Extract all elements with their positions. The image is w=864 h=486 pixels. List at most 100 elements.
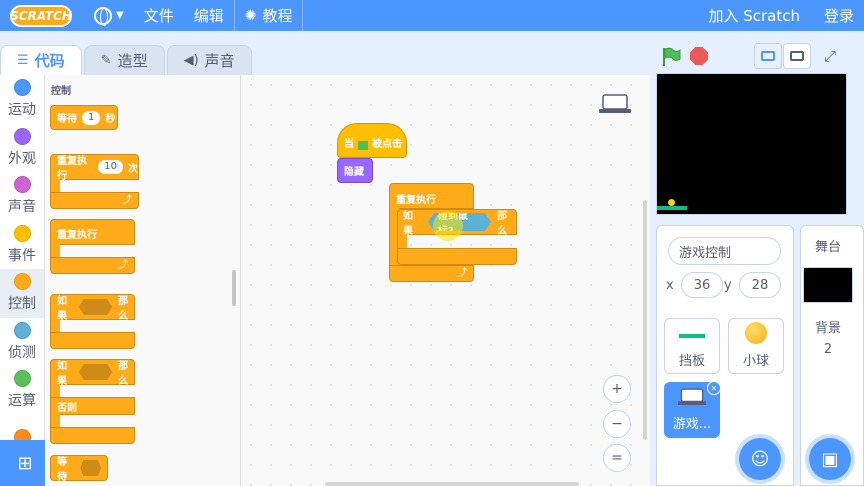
backdrop-label: 背景: [814, 321, 841, 336]
normal-stage-button[interactable]: [783, 43, 811, 69]
add-backdrop-button[interactable]: ▣: [809, 438, 851, 480]
y-position-input[interactable]: 28: [739, 272, 781, 298]
zoom-reset-button[interactable]: =: [603, 444, 631, 472]
category-item[interactable]: 外观: [0, 124, 44, 173]
else-branch: 否则: [50, 397, 135, 415]
stage-controls: ⤢: [656, 41, 864, 71]
block-foot: ⤴: [50, 257, 135, 274]
category-label: 事件: [8, 247, 36, 264]
speaker-icon: ◀): [183, 53, 199, 68]
sprite-tile-game-control[interactable]: 游戏... ✕: [664, 381, 721, 438]
cat-plus-icon: ☺: [750, 448, 770, 470]
category-item[interactable]: 运动: [0, 75, 44, 124]
tab-sounds[interactable]: ◀) 声音: [166, 45, 252, 75]
category-dot-icon: [13, 127, 31, 145]
sprite-tile-label: 游戏...: [672, 417, 712, 432]
edit-menu[interactable]: 编辑: [184, 0, 234, 31]
scratch-logo[interactable]: SCRATCH: [10, 4, 72, 27]
ball-thumbnail: [745, 322, 767, 344]
palette-category-title: 控制: [51, 86, 71, 97]
block-label: 如果: [57, 296, 67, 322]
forever-block[interactable]: 重复执行: [50, 219, 135, 245]
wait-seconds-input[interactable]: 1: [82, 110, 101, 125]
block-label: 如果: [57, 361, 67, 387]
category-item[interactable]: 事件: [0, 221, 44, 270]
zoom-reset-icon: =: [611, 450, 623, 466]
when-flag-clicked-block[interactable]: 当 被点击: [337, 123, 407, 158]
block-foot: [397, 248, 517, 265]
block-arm: [50, 384, 60, 398]
stop-icon[interactable]: [690, 47, 708, 65]
category-item[interactable]: 侦测: [0, 318, 44, 367]
globe-icon: [94, 6, 112, 26]
workspace-vertical-scrollbar[interactable]: [643, 200, 647, 440]
menu-bar: SCRATCH ▼ 文件 编辑 ✺ 教程 加入 Scratch 登录: [0, 0, 864, 31]
condition-slot[interactable]: [80, 460, 101, 476]
language-menu[interactable]: ▼: [84, 0, 134, 31]
fullscreen-button[interactable]: ⤢: [816, 43, 844, 69]
repeat-block[interactable]: 重复执行 10 次: [50, 154, 139, 182]
block-foot: [50, 332, 135, 349]
tab-code[interactable]: ☰ 代码: [0, 45, 82, 75]
tab-costumes[interactable]: ✎ 造型: [83, 45, 165, 75]
add-extension-button[interactable]: ⊞: [0, 440, 50, 486]
chevron-down-icon: ▼: [116, 10, 124, 21]
zoom-in-button[interactable]: +: [603, 375, 631, 403]
block-arm: [50, 179, 60, 193]
backdrop-thumbnail[interactable]: [803, 267, 853, 303]
stage-canvas[interactable]: [656, 73, 847, 215]
if-then-block[interactable]: 如果 那么: [50, 294, 135, 322]
block-arm: [50, 244, 60, 258]
sprite-tile-ball[interactable]: 小球: [728, 318, 784, 374]
backdrop-count: 2: [823, 342, 833, 357]
wait-seconds-block[interactable]: 等待 1 秒: [50, 105, 118, 130]
block-foot: [50, 427, 135, 444]
block-label: 等待: [57, 457, 67, 483]
tutorials-label: 教程: [262, 7, 293, 25]
block-palette: 控制 等待 1 秒 重复执行 10 次 ⤴ 重复执行 ⤴ 如果 那么 如果 那么…: [45, 75, 241, 486]
condition-slot[interactable]: [78, 364, 113, 380]
category-dot-icon: [13, 370, 31, 388]
category-item[interactable]: 声音: [0, 172, 44, 221]
small-stage-icon: [761, 51, 775, 61]
file-menu[interactable]: 文件: [134, 0, 184, 31]
image-plus-icon: ▣: [821, 448, 839, 470]
repeat-count-input[interactable]: 10: [98, 160, 123, 174]
x-position-input[interactable]: 36: [681, 272, 723, 298]
block-arm: [50, 319, 60, 333]
lightbulb-icon: ✺: [244, 7, 257, 24]
green-flag-icon[interactable]: [660, 47, 682, 67]
block-label: 等待: [57, 114, 77, 125]
category-item[interactable]: 控制: [0, 269, 44, 318]
join-scratch-link[interactable]: 加入 Scratch: [698, 0, 810, 31]
block-label: 如果: [403, 211, 413, 237]
category-dot-icon: [13, 224, 31, 242]
block-label: 重复执行: [57, 156, 87, 182]
wait-until-block[interactable]: 等待: [50, 455, 108, 483]
loop-arrow-icon: ⤴: [122, 195, 132, 206]
block-label: 那么: [497, 211, 508, 237]
category-item[interactable]: 运算: [0, 366, 44, 415]
hide-block[interactable]: 隐藏: [337, 158, 373, 183]
category-dot-icon: [13, 273, 31, 291]
laptop-icon: [677, 388, 707, 405]
tutorials-menu[interactable]: ✺ 教程: [235, 0, 303, 31]
small-stage-button[interactable]: [754, 43, 782, 69]
sprite-name-input[interactable]: 游戏控制: [668, 237, 781, 265]
block-label: 那么: [118, 296, 129, 322]
y-label: y: [724, 278, 732, 293]
category-label: 控制: [8, 296, 36, 313]
workspace-horizontal-scrollbar[interactable]: [325, 482, 579, 486]
sprite-tile-paddle[interactable]: 挡板: [664, 318, 720, 374]
zoom-out-button[interactable]: −: [603, 410, 631, 438]
add-sprite-button[interactable]: ☺: [739, 438, 781, 480]
delete-sprite-icon[interactable]: ✕: [707, 381, 721, 395]
condition-slot[interactable]: [78, 299, 113, 315]
forever-block[interactable]: 重复执行: [389, 183, 474, 209]
sprite-tile-label: 挡板: [678, 354, 705, 369]
sign-in-link[interactable]: 登录: [814, 0, 864, 31]
palette-scrollbar[interactable]: [232, 270, 236, 306]
if-else-block[interactable]: 如果 那么: [50, 359, 135, 387]
tab-sounds-label: 声音: [204, 52, 235, 70]
block-label: 重复执行: [57, 230, 97, 241]
